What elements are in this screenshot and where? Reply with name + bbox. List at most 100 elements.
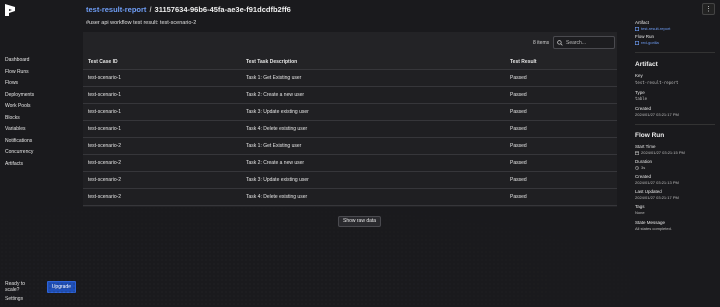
table-row: test-scenario-1 Task 3: Update existing … bbox=[83, 104, 617, 121]
breadcrumb: test-result-report/31157634-96b6-45fa-ae… bbox=[86, 5, 291, 14]
cell-test-case-id: test-scenario-2 bbox=[88, 177, 122, 183]
type-label: Type bbox=[635, 90, 645, 95]
start-time-row: 2024/01/27 03:21:15 PM bbox=[635, 150, 685, 155]
sidebar-item-settings[interactable]: Settings bbox=[5, 296, 23, 302]
column-header-test-result[interactable]: Test Result bbox=[509, 59, 617, 65]
column-header-test-task-description[interactable]: Test Task Description bbox=[241, 59, 509, 65]
search-input[interactable] bbox=[566, 39, 614, 46]
cell-test-result: Passed bbox=[510, 75, 527, 81]
state-message-label: State Message bbox=[635, 220, 666, 225]
type-value: table bbox=[635, 96, 648, 101]
sidebar-item-deployments[interactable]: Deployments bbox=[5, 90, 34, 102]
cell-test-case-id: test-scenario-2 bbox=[88, 160, 122, 166]
background-dot-pattern bbox=[0, 190, 720, 307]
sidebar-nav: Dashboard Flow Runs Flows Deployments Wo… bbox=[5, 55, 34, 170]
scale-text: Ready to scale? bbox=[5, 281, 26, 293]
cell-test-result: Passed bbox=[510, 126, 527, 132]
cell-test-result: Passed bbox=[510, 194, 527, 200]
sidebar-item-concurrency[interactable]: Concurrency bbox=[5, 147, 34, 159]
cell-test-case-id: test-scenario-1 bbox=[88, 75, 122, 81]
table-row: test-scenario-2 Task 3: Update existing … bbox=[83, 172, 617, 189]
cell-task-description: Task 2: Create a new user bbox=[246, 92, 305, 98]
artifact-label: Artifact bbox=[635, 20, 650, 25]
table-row: test-scenario-1 Task 4: Delete existing … bbox=[83, 121, 617, 138]
sidebar-item-flows[interactable]: Flows bbox=[5, 78, 34, 90]
artifact-description: #user api workflow test result: test-sce… bbox=[86, 20, 197, 26]
sidebar-item-flow-runs[interactable]: Flow Runs bbox=[5, 67, 34, 79]
search-icon bbox=[557, 39, 563, 46]
flow-run-created-value: 2024/01/27 03:21:13 PM bbox=[635, 180, 679, 185]
artifact-icon bbox=[635, 26, 639, 31]
artifact-section-heading: Artifact bbox=[635, 61, 658, 68]
start-time-label: Start Time bbox=[635, 144, 656, 149]
flow-run-link[interactable]: red-gorilla bbox=[641, 40, 659, 45]
breadcrumb-artifact-link[interactable]: test-result-report bbox=[86, 5, 146, 14]
flow-run-section-heading: Flow Run bbox=[635, 132, 665, 139]
cell-task-description: Task 4: Delete existing user bbox=[246, 126, 308, 132]
column-header-test-case-id[interactable]: Test Case ID bbox=[83, 59, 241, 65]
sidebar-item-dashboard[interactable]: Dashboard bbox=[5, 55, 34, 67]
cell-test-case-id: test-scenario-1 bbox=[88, 92, 122, 98]
flow-run-icon bbox=[635, 40, 639, 45]
cell-test-result: Passed bbox=[510, 177, 527, 183]
sidebar-item-blocks[interactable]: Blocks bbox=[5, 113, 34, 125]
flow-run-created-label: Created bbox=[635, 174, 652, 179]
breadcrumb-separator: / bbox=[149, 5, 152, 14]
search-box[interactable] bbox=[553, 36, 615, 49]
sidebar-item-work-pools[interactable]: Work Pools bbox=[5, 101, 34, 113]
cell-test-result: Passed bbox=[510, 109, 527, 115]
created-label: Created bbox=[635, 106, 652, 111]
cell-test-case-id: test-scenario-2 bbox=[88, 194, 122, 200]
duration-value: 3s bbox=[641, 165, 646, 170]
cell-task-description: Task 1: Get Existing user bbox=[246, 143, 302, 149]
divider bbox=[635, 124, 715, 125]
cell-test-case-id: test-scenario-1 bbox=[88, 109, 122, 115]
artifact-link[interactable]: test-result-report bbox=[641, 26, 670, 31]
created-value: 2024/01/27 03:21:17 PM bbox=[635, 112, 679, 117]
cell-test-result: Passed bbox=[510, 143, 527, 149]
divider bbox=[635, 52, 715, 53]
ellipsis-vertical-icon: ⋮ bbox=[705, 5, 712, 13]
sidebar-item-artifacts[interactable]: Artifacts bbox=[5, 159, 34, 171]
cell-task-description: Task 2: Create a new user bbox=[246, 160, 305, 166]
state-message-value: All states completed. bbox=[635, 226, 672, 231]
table-row: test-scenario-2 Task 4: Delete existing … bbox=[83, 189, 617, 206]
tags-value: None bbox=[635, 210, 645, 215]
cell-test-result: Passed bbox=[510, 92, 527, 98]
upgrade-prompt: Ready to scale? Upgrade bbox=[5, 281, 76, 293]
table-row: test-scenario-2 Task 1: Get Existing use… bbox=[83, 138, 617, 155]
sidebar: Dashboard Flow Runs Flows Deployments Wo… bbox=[0, 0, 76, 307]
cell-test-case-id: test-scenario-1 bbox=[88, 126, 122, 132]
prefect-logo-icon[interactable] bbox=[5, 4, 15, 16]
table-body: test-scenario-1 Task 1: Get Existing use… bbox=[83, 70, 617, 206]
flow-run-label: Flow Run bbox=[635, 34, 655, 39]
cell-task-description: Task 1: Get Existing user bbox=[246, 75, 302, 81]
cell-test-case-id: test-scenario-2 bbox=[88, 143, 122, 149]
cell-task-description: Task 3: Update existing user bbox=[246, 109, 309, 115]
last-updated-label: Last Updated bbox=[635, 189, 662, 194]
artifact-link-row[interactable]: test-result-report bbox=[635, 26, 670, 31]
table-header: Test Case ID Test Task Description Test … bbox=[83, 55, 617, 70]
cell-task-description: Task 3: Update existing user bbox=[246, 177, 309, 183]
table-row: test-scenario-1 Task 1: Get Existing use… bbox=[83, 70, 617, 87]
duration-label: Duration bbox=[635, 159, 653, 164]
sidebar-item-variables[interactable]: Variables bbox=[5, 124, 34, 136]
flow-run-link-row[interactable]: red-gorilla bbox=[635, 40, 659, 45]
more-menu-button[interactable]: ⋮ bbox=[702, 3, 715, 15]
breadcrumb-artifact-id: 31157634-96b6-45fa-ae3e-f91dcdfb2ff6 bbox=[154, 5, 291, 14]
key-value: test-result-report bbox=[635, 80, 679, 85]
items-count: 8 items bbox=[533, 40, 550, 46]
table-row: test-scenario-1 Task 2: Create a new use… bbox=[83, 87, 617, 104]
upgrade-button[interactable]: Upgrade bbox=[46, 281, 76, 293]
calendar-icon bbox=[635, 151, 639, 155]
start-time-value: 2024/01/27 03:21:15 PM bbox=[641, 150, 685, 155]
show-raw-data-button[interactable]: Show raw data bbox=[338, 216, 382, 227]
key-label: Key bbox=[635, 73, 643, 78]
cell-task-description: Task 4: Delete existing user bbox=[246, 194, 308, 200]
sidebar-item-notifications[interactable]: Notifications bbox=[5, 136, 34, 148]
table-row: test-scenario-2 Task 2: Create a new use… bbox=[83, 155, 617, 172]
clock-icon bbox=[635, 165, 639, 170]
cell-test-result: Passed bbox=[510, 160, 527, 166]
last-updated-value: 2024/01/27 03:21:17 PM bbox=[635, 195, 679, 200]
duration-row: 3s bbox=[635, 165, 645, 170]
